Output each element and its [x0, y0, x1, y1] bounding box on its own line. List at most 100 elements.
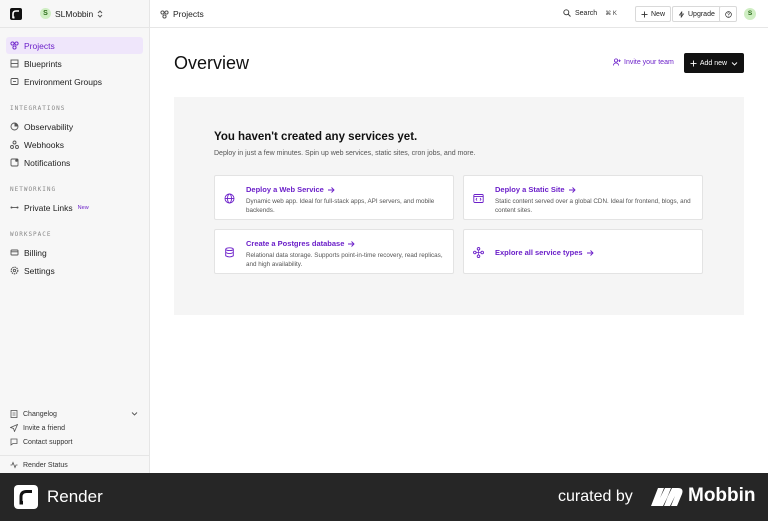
environment-groups-icon [10, 78, 19, 85]
plus-icon [641, 11, 648, 17]
add-new-label: Add new [699, 59, 728, 67]
workspace-switcher[interactable]: S SLMobbin [0, 0, 150, 28]
card-description: Relational data storage. Supports point-… [246, 252, 443, 268]
new-badge: New [77, 204, 89, 211]
card-title: Create a Postgres database [246, 239, 356, 248]
render-logo-icon [14, 485, 38, 509]
sidebar-item-notifications[interactable]: Notifications [6, 154, 143, 171]
sidebar-item-webhooks[interactable]: Webhooks [6, 136, 143, 153]
card-title-text: Explore all service types [495, 248, 583, 257]
sidebar-item-label: Notifications [24, 157, 71, 168]
sidebar-item-label: Environment Groups [24, 76, 102, 87]
page-title: Overview [174, 53, 250, 73]
private-links-icon [10, 206, 19, 209]
create-postgres-card[interactable]: Create a Postgres database Relational da… [214, 229, 454, 274]
billing-icon [10, 249, 19, 256]
sidebar: S SLMobbin Projects Blueprints Environme… [0, 0, 150, 473]
upgrade-button[interactable]: Upgrade [672, 6, 721, 22]
chat-icon [10, 438, 18, 446]
search-icon [563, 9, 571, 17]
sidebar-item-label: Billing [24, 247, 47, 258]
section-title-workspace: WORKSPACE [10, 231, 52, 238]
card-title: Deploy a Web Service [246, 185, 335, 194]
user-plus-icon [613, 58, 621, 66]
sidebar-item-settings[interactable]: Settings [6, 262, 143, 279]
status-pulse-icon [10, 461, 18, 469]
changelog-link[interactable]: Changelog [10, 410, 57, 418]
card-title-text: Deploy a Web Service [246, 185, 324, 194]
breadcrumb-label: Projects [173, 9, 204, 19]
nodes-icon [473, 247, 484, 258]
sidebar-item-environment-groups[interactable]: Environment Groups [6, 73, 143, 90]
sidebar-item-private-links[interactable]: Private Links New [6, 199, 143, 216]
card-title-text: Deploy a Static Site [495, 185, 565, 194]
deploy-static-site-card[interactable]: Deploy a Static Site Static content serv… [463, 175, 703, 220]
render-status-label: Render Status [23, 461, 68, 469]
workspace-name: SLMobbin [55, 9, 94, 19]
add-new-button[interactable]: Add new [684, 53, 744, 73]
card-title-text: Create a Postgres database [246, 239, 345, 248]
chevron-up-down-icon [97, 10, 103, 18]
sidebar-item-label: Projects [24, 40, 55, 51]
sidebar-item-label: Settings [24, 265, 55, 276]
render-logo-icon[interactable] [10, 8, 22, 20]
arrow-right-icon [568, 186, 576, 193]
sidebar-item-billing[interactable]: Billing [6, 244, 143, 261]
blueprints-icon [10, 59, 19, 68]
empty-state-subtitle: Deploy in just a few minutes. Spin up we… [214, 150, 476, 157]
sidebar-item-label: Webhooks [24, 139, 65, 150]
brand-bar: Render curated by Mobbin [0, 473, 768, 521]
arrow-right-icon [327, 186, 335, 193]
sidebar-item-projects[interactable]: Projects [6, 37, 143, 54]
new-button[interactable]: New [635, 6, 672, 22]
sidebar-item-label: Private Links [24, 202, 73, 213]
changelog-label: Changelog [23, 410, 57, 418]
section-title-networking: NETWORKING [10, 186, 57, 193]
globe-icon [224, 193, 235, 204]
upgrade-button-label: Upgrade [688, 10, 715, 18]
invite-team-label: Invite your team [624, 58, 674, 66]
send-icon [10, 424, 18, 432]
invite-team-button[interactable]: Invite your team [613, 58, 674, 66]
changelog-icon [10, 410, 18, 418]
settings-icon [10, 266, 19, 275]
arrow-right-icon [586, 249, 594, 256]
search-label: Search [575, 9, 598, 17]
card-title: Explore all service types [495, 248, 594, 257]
new-button-label: New [651, 10, 666, 18]
sidebar-item-observability[interactable]: Observability [6, 118, 143, 135]
help-button[interactable] [719, 6, 737, 22]
section-title-integrations: INTEGRATIONS [10, 105, 66, 112]
observability-icon [10, 122, 19, 131]
render-status-link[interactable]: Render Status [10, 461, 68, 469]
contact-support-link[interactable]: Contact support [10, 438, 72, 446]
search-button[interactable]: Search ⌘ K [563, 9, 617, 17]
projects-icon [10, 41, 19, 50]
database-icon [225, 247, 234, 258]
curator-name: Mobbin [688, 485, 756, 506]
chevron-down-icon [731, 61, 738, 66]
card-description: Static content served over a global CDN.… [495, 198, 691, 214]
sidebar-item-blueprints[interactable]: Blueprints [6, 55, 143, 72]
contact-support-label: Contact support [23, 438, 73, 446]
projects-icon [160, 9, 169, 19]
sidebar-item-label: Blueprints [24, 58, 62, 69]
breadcrumb[interactable]: Projects [160, 9, 204, 19]
user-avatar[interactable]: S [744, 8, 756, 20]
notifications-icon [10, 158, 19, 167]
invite-friend-label: Invite a friend [23, 424, 66, 432]
card-description: Dynamic web app. Ideal for full-stack ap… [246, 198, 435, 214]
card-title: Deploy a Static Site [495, 185, 576, 194]
plus-icon [690, 60, 697, 66]
help-icon [724, 10, 732, 18]
app-name: Render [47, 487, 103, 506]
bolt-icon [678, 10, 685, 18]
invite-friend-link[interactable]: Invite a friend [10, 424, 65, 432]
arrow-right-icon [348, 240, 356, 247]
workspace-avatar: S [40, 8, 51, 19]
search-shortcut: ⌘ K [605, 10, 617, 17]
deploy-web-service-card[interactable]: Deploy a Web Service Dynamic web app. Id… [214, 175, 454, 220]
explore-service-types-card[interactable]: Explore all service types [463, 229, 703, 274]
chevron-down-icon[interactable] [131, 410, 138, 417]
webhooks-icon [10, 140, 19, 149]
